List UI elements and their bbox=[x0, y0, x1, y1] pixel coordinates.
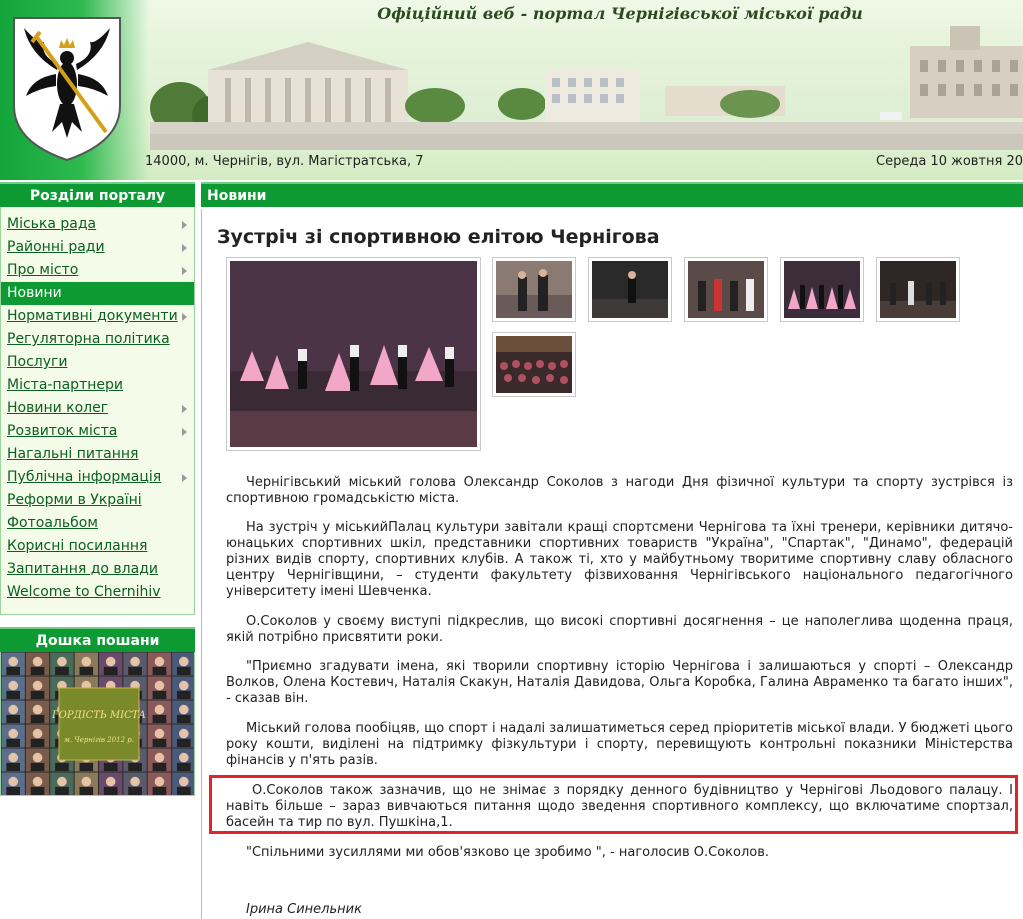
sidebar-menu-item[interactable]: Публічна інформація bbox=[1, 466, 194, 489]
article-paragraph: Міський голова пообіцяв, що спорт і нада… bbox=[226, 721, 1013, 768]
honor-board-banner-title: ГОРДІСТЬ МІСТА bbox=[51, 710, 146, 721]
sidebar-menu-item[interactable]: Реформи в Україні bbox=[1, 489, 194, 512]
sidebar-menu-item[interactable]: Нормативні документи bbox=[1, 305, 194, 328]
chevron-right-icon bbox=[182, 313, 187, 321]
chevron-right-icon bbox=[182, 405, 187, 413]
honor-board-header: Дошка пошани bbox=[0, 627, 195, 652]
sidebar-menu-item-label: Регуляторна політика bbox=[7, 331, 170, 347]
city-coat-of-arms-icon[interactable] bbox=[10, 14, 124, 162]
sidebar-menu-item[interactable]: Запитання до влади bbox=[1, 558, 194, 581]
sidebar-menu-item-label: Послуги bbox=[7, 354, 68, 370]
honor-board-banner-subtitle: м. Чернігів 2012 р. bbox=[64, 736, 134, 744]
chevron-right-icon bbox=[182, 244, 187, 252]
article-title: Зустріч зі спортивною елітою Чернігова bbox=[217, 226, 660, 248]
header-city-photo bbox=[150, 26, 1023, 150]
article-paragraph: "Спільними зусиллями ми обов'язково це з… bbox=[246, 845, 770, 860]
sidebar-menu-item[interactable]: Послуги bbox=[1, 351, 194, 374]
city-hall-address: 14000, м. Чернігів, вул. Магістратська, … bbox=[145, 154, 424, 169]
sidebar-menu-item-label: Міста-партнери bbox=[7, 377, 123, 393]
sidebar-menu-item[interactable]: Нагальні питання bbox=[1, 443, 194, 466]
sidebar-menu-item[interactable]: Районні ради bbox=[1, 236, 194, 259]
sidebar-menu-item-label: Нормативні документи bbox=[7, 308, 178, 324]
sidebar-menu-item-label: Районні ради bbox=[7, 239, 105, 255]
article-paragraph: На зустріч у міськийПалац культури завіт… bbox=[226, 520, 1013, 599]
current-date: Середа 10 жовтня 20 bbox=[876, 154, 1023, 169]
gallery-thumbnail[interactable] bbox=[588, 257, 672, 322]
sidebar-menu-item-label: Розвиток міста bbox=[7, 423, 118, 439]
sidebar-menu-item[interactable]: Фотоальбом bbox=[1, 512, 194, 535]
highlighted-paragraph: О.Соколов також зазначив, що не знімає з… bbox=[226, 783, 1013, 830]
portal-sections-menu: Міська рада Районні ради Про місто Новини Но… bbox=[0, 207, 195, 615]
gallery-thumbnail[interactable] bbox=[492, 332, 576, 397]
chevron-right-icon bbox=[182, 267, 187, 275]
article-paragraph: Чернігівський міський голова Олександр С… bbox=[226, 475, 1013, 506]
article-author: Ірина Синельник bbox=[246, 902, 362, 917]
gallery-thumbnail[interactable] bbox=[876, 257, 960, 322]
sidebar-menu-item[interactable]: Розвиток міста bbox=[1, 420, 194, 443]
section-title: Новини bbox=[201, 182, 1023, 207]
sidebar-menu-item-label: Реформи в Україні bbox=[7, 492, 142, 508]
gallery-thumbnail[interactable] bbox=[492, 257, 576, 322]
sidebar-menu-item[interactable]: Міська рада bbox=[1, 213, 194, 236]
sidebar-menu-item[interactable]: Новини bbox=[1, 282, 194, 305]
sidebar-menu-item[interactable]: Регуляторна політика bbox=[1, 328, 194, 351]
sidebar-menu-item[interactable]: Міста-партнери bbox=[1, 374, 194, 397]
site-title: Офіційний веб - портал Чернігівської міс… bbox=[377, 4, 863, 23]
sidebar-menu-item-label: Про місто bbox=[7, 262, 79, 278]
chevron-right-icon bbox=[182, 474, 187, 482]
sidebar-menu-item[interactable]: Про місто bbox=[1, 259, 194, 282]
sidebar-menu-item-label: Новини колег bbox=[7, 400, 109, 416]
chevron-right-icon bbox=[182, 221, 187, 229]
chevron-right-icon bbox=[182, 428, 187, 436]
sidebar-menu-item-label: Новини bbox=[7, 285, 62, 301]
article-paragraph: О.Соколов у своєму виступі підкреслив, щ… bbox=[226, 614, 1013, 645]
sidebar-menu-item[interactable]: Welcome to Chernihiv bbox=[1, 581, 194, 604]
sidebar-menu-item[interactable]: Новини колег bbox=[1, 397, 194, 420]
sidebar-menu-item-label: Нагальні питання bbox=[7, 446, 139, 462]
sidebar: Розділи порталу Міська рада Районні ради П… bbox=[0, 182, 195, 919]
main-photo[interactable] bbox=[226, 257, 481, 451]
site-header: Офіційний веб - портал Чернігівської міс… bbox=[0, 0, 1023, 180]
sidebar-menu-item-label: Фотоальбом bbox=[7, 515, 98, 531]
portal-sections-header: Розділи порталу bbox=[0, 182, 195, 207]
gallery-thumbnail[interactable] bbox=[780, 257, 864, 322]
sidebar-menu-item-label: Welcome to Chernihiv bbox=[7, 584, 161, 600]
sidebar-menu-item-label: Запитання до влади bbox=[7, 561, 158, 577]
gallery-thumbnail[interactable] bbox=[684, 257, 768, 322]
sidebar-menu-item-label: Публічна інформація bbox=[7, 469, 162, 485]
sidebar-menu-item-label: Міська рада bbox=[7, 216, 97, 232]
honor-board-banner[interactable]: ГОРДІСТЬ МІСТА м. Чернігів 2012 р. bbox=[0, 652, 195, 796]
sidebar-menu-item-label: Корисні посилання bbox=[7, 538, 148, 554]
article-paragraph: "Приємно згадувати імена, які творили сп… bbox=[226, 659, 1013, 706]
sidebar-menu-item[interactable]: Корисні посилання bbox=[1, 535, 194, 558]
